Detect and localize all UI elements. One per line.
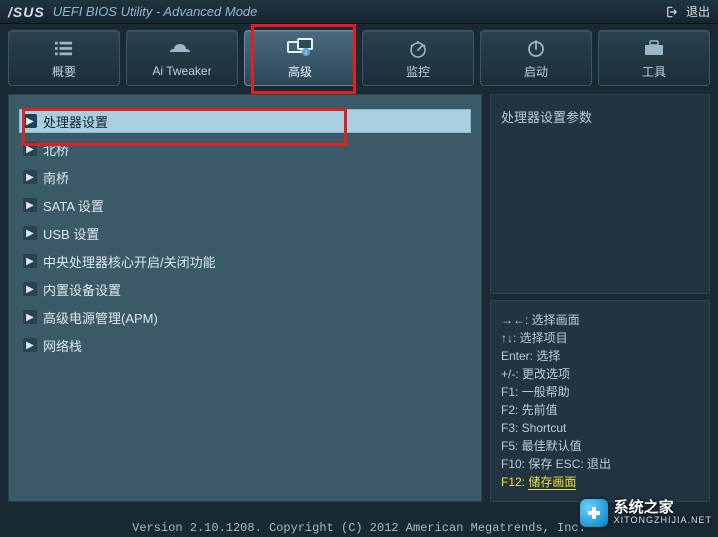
tab-label: 概要: [52, 63, 76, 80]
menu-cpu-config[interactable]: ▶ 处理器设置: [19, 109, 471, 133]
menu-label: SATA 设置: [43, 196, 104, 215]
chevron-right-icon: ▶: [23, 282, 37, 296]
menu-usb-config[interactable]: ▶ USB 设置: [19, 221, 471, 245]
menu-label: 内置设备设置: [43, 280, 121, 299]
tab-label: 监控: [406, 63, 430, 80]
exit-button[interactable]: 退出: [666, 3, 710, 20]
tab-tool[interactable]: 工具: [598, 30, 710, 86]
menu-south-bridge[interactable]: ▶ 南桥: [19, 165, 471, 189]
tab-bar: 概要 Ai Tweaker i 高级 监控 启动 工具: [0, 24, 718, 90]
help-panel: →←: 选择画面 ↑↓: 选择项目 Enter: 选择 +/-: 更改选项 F1…: [490, 300, 710, 502]
chevron-right-icon: ▶: [23, 310, 37, 324]
chevron-right-icon: ▶: [23, 338, 37, 352]
tab-label: 高级: [288, 63, 312, 80]
tab-label: 工具: [642, 63, 666, 80]
watermark-name: 系统之家: [614, 500, 712, 517]
menu-north-bridge[interactable]: ▶ 北桥: [19, 137, 471, 161]
exit-icon: [666, 5, 680, 19]
help-line-highlight: F12: 储存画面: [501, 473, 699, 491]
watermark-url: XITONGZHIJIA.NET: [614, 516, 712, 526]
asus-logo: /SUS: [8, 4, 45, 20]
tweaker-icon: [170, 38, 194, 60]
tab-advanced[interactable]: i 高级: [244, 30, 356, 86]
help-line: +/-: 更改选项: [501, 365, 699, 383]
tab-monitor[interactable]: 监控: [362, 30, 474, 86]
monitor-icon: [407, 37, 429, 59]
menu-cpu-core[interactable]: ▶ 中央处理器核心开启/关闭功能: [19, 249, 471, 273]
tab-boot[interactable]: 启动: [480, 30, 592, 86]
menu-network-stack[interactable]: ▶ 网络栈: [19, 333, 471, 357]
menu-apm[interactable]: ▶ 高级电源管理(APM): [19, 305, 471, 329]
help-line: F2: 先前值: [501, 401, 699, 419]
chevron-right-icon: ▶: [23, 198, 37, 212]
help-line: →←: 选择画面: [501, 311, 699, 329]
menu-pane: ▶ 处理器设置 ▶ 北桥 ▶ 南桥 ▶ SATA 设置 ▶ USB 设置 ▶ 中…: [8, 94, 482, 502]
menu-label: 北桥: [43, 140, 69, 159]
advanced-icon: i: [287, 37, 313, 59]
watermark-icon: [580, 499, 608, 527]
menu-label: USB 设置: [43, 224, 99, 243]
menu-label: 处理器设置: [43, 112, 108, 131]
help-line: F10: 保存 ESC: 退出: [501, 455, 699, 473]
app-title: UEFI BIOS Utility - Advanced Mode: [53, 4, 258, 19]
menu-label: 网络栈: [43, 336, 82, 355]
power-icon: [526, 37, 546, 59]
side-pane: 处理器设置参数 →←: 选择画面 ↑↓: 选择项目 Enter: 选择 +/-:…: [490, 94, 710, 502]
info-panel: 处理器设置参数: [490, 94, 710, 294]
chevron-right-icon: ▶: [23, 142, 37, 156]
main-area: ▶ 处理器设置 ▶ 北桥 ▶ 南桥 ▶ SATA 设置 ▶ USB 设置 ▶ 中…: [0, 90, 718, 510]
watermark: 系统之家 XITONGZHIJIA.NET: [580, 499, 712, 527]
tab-label: Ai Tweaker: [152, 64, 211, 78]
tab-ai-tweaker[interactable]: Ai Tweaker: [126, 30, 238, 86]
tab-label: 启动: [524, 63, 548, 80]
menu-onboard-devices[interactable]: ▶ 内置设备设置: [19, 277, 471, 301]
menu-label: 中央处理器核心开启/关闭功能: [43, 252, 216, 271]
menu-label: 南桥: [43, 168, 69, 187]
info-text: 处理器设置参数: [501, 110, 592, 125]
help-line: F5: 最佳默认值: [501, 437, 699, 455]
help-line: Enter: 选择: [501, 347, 699, 365]
title-bar: /SUS UEFI BIOS Utility - Advanced Mode 退…: [0, 0, 718, 24]
help-line: F1: 一般帮助: [501, 383, 699, 401]
chevron-right-icon: ▶: [23, 170, 37, 184]
menu-sata-config[interactable]: ▶ SATA 设置: [19, 193, 471, 217]
help-line: F3: Shortcut: [501, 419, 699, 437]
list-icon: [53, 37, 75, 59]
menu-label: 高级电源管理(APM): [43, 308, 158, 327]
toolbox-icon: [643, 37, 665, 59]
exit-label: 退出: [686, 3, 710, 20]
chevron-right-icon: ▶: [23, 226, 37, 240]
chevron-right-icon: ▶: [23, 114, 37, 128]
help-line: ↑↓: 选择项目: [501, 329, 699, 347]
chevron-right-icon: ▶: [23, 254, 37, 268]
tab-overview[interactable]: 概要: [8, 30, 120, 86]
